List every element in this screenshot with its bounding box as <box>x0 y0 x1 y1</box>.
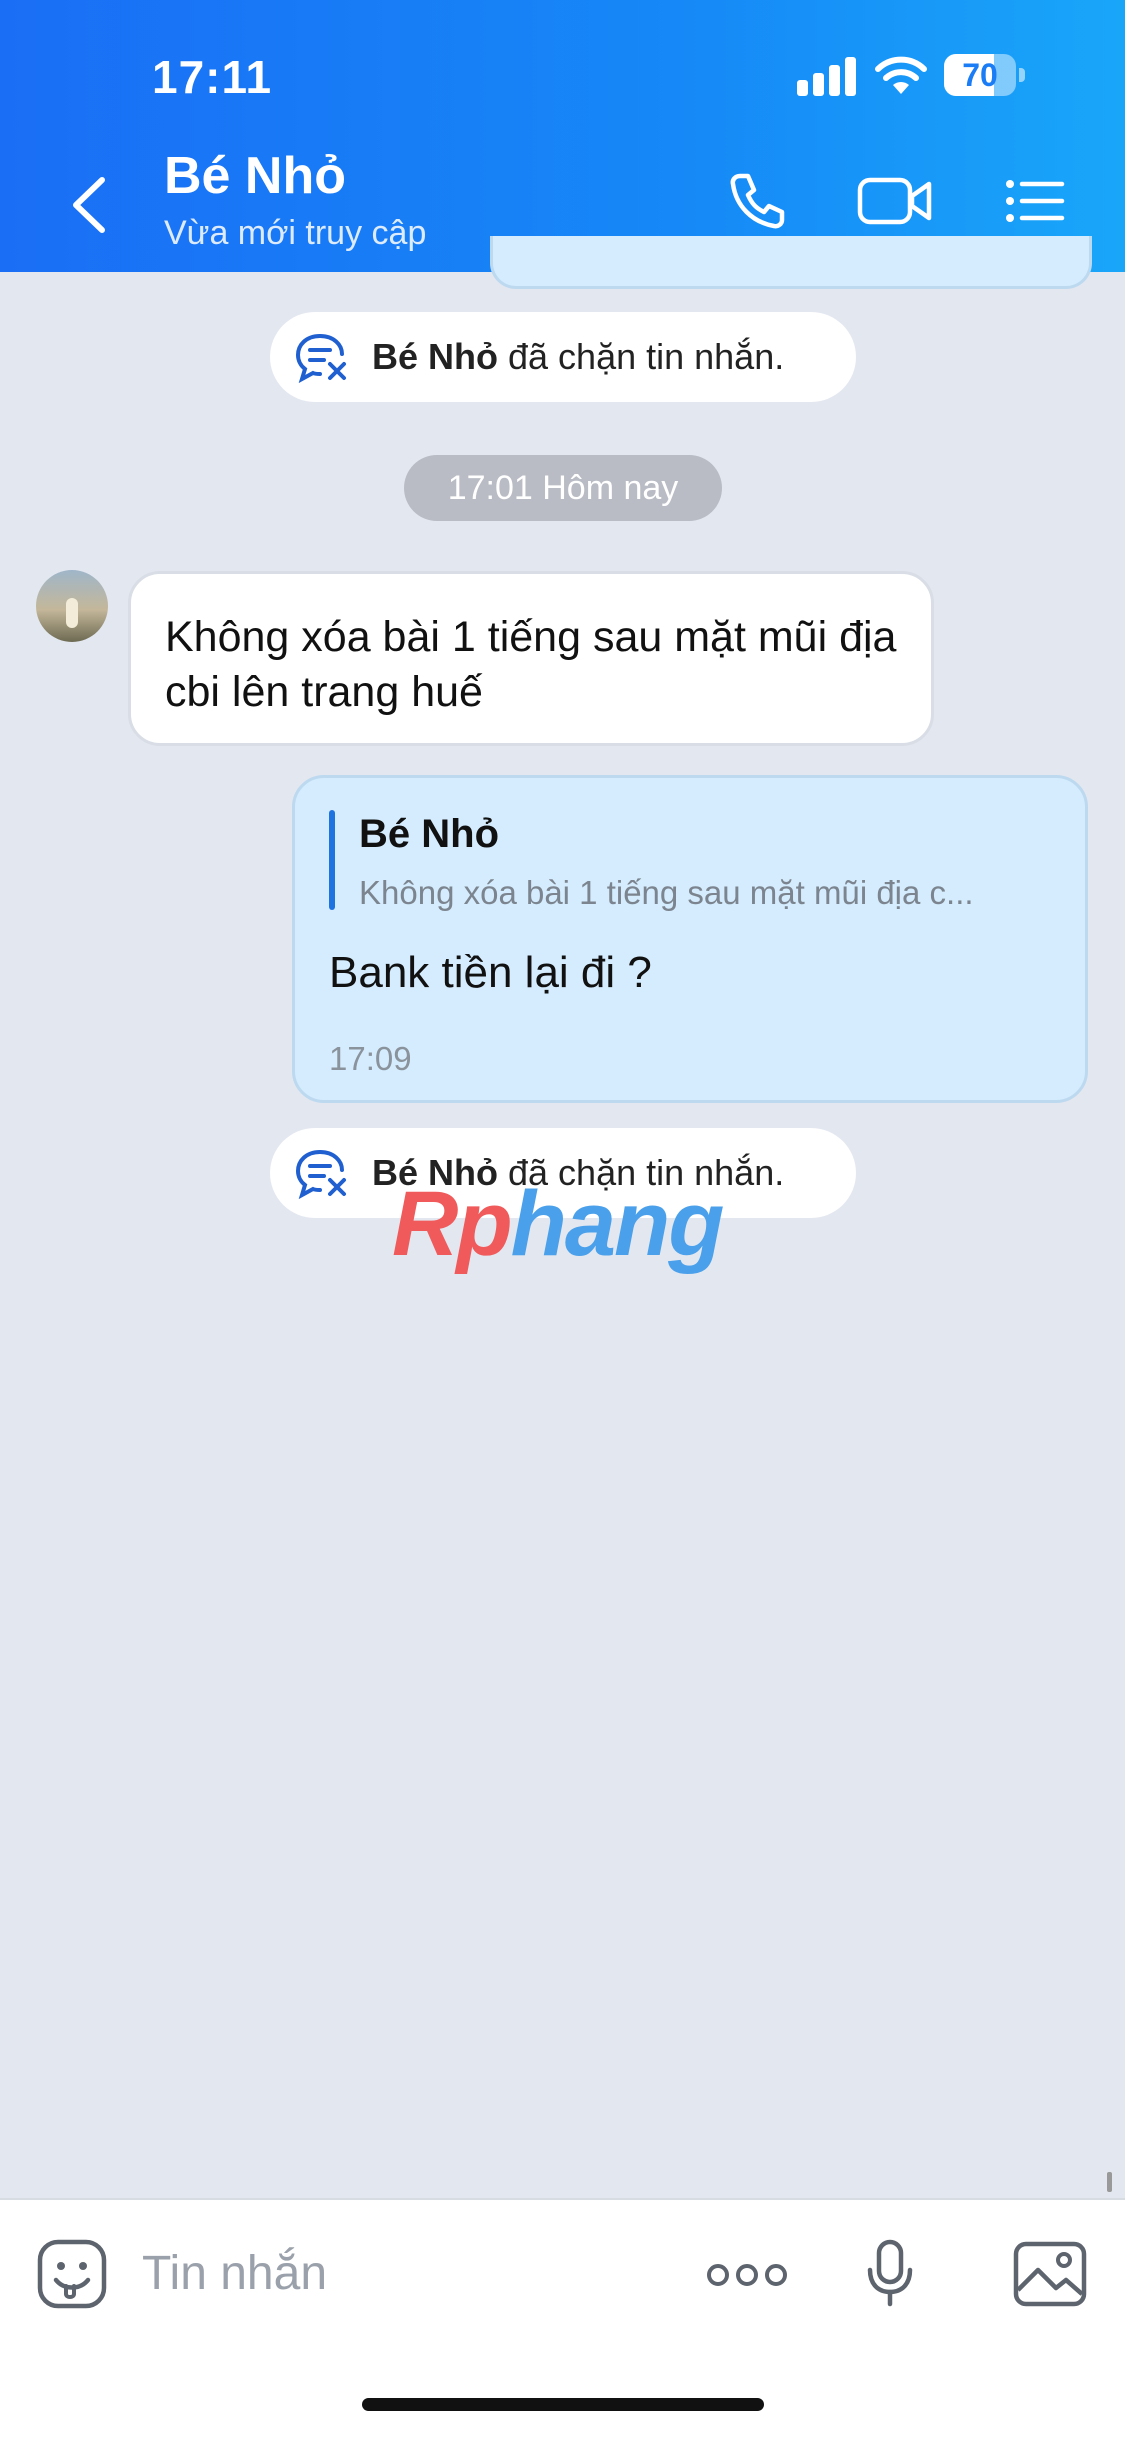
battery-level: 70 <box>962 57 998 93</box>
outgoing-message-text: Bank tiền lại đi ? <box>329 948 652 997</box>
watermark-logo: Rphang <box>392 1173 724 1275</box>
sticker-face-icon[interactable] <box>36 2238 108 2310</box>
video-camera-icon[interactable] <box>856 170 934 232</box>
image-gallery-icon[interactable] <box>1012 2238 1088 2308</box>
blocked-notice: Bé Nhỏ đã chặn tin nhắn. <box>270 312 856 402</box>
scrollbar[interactable] <box>1107 2172 1112 2192</box>
back-button[interactable] <box>60 170 120 240</box>
contact-name[interactable]: Bé Nhỏ <box>164 146 346 206</box>
phone-icon[interactable] <box>726 170 788 232</box>
microphone-icon[interactable] <box>864 2238 916 2310</box>
previous-message-bubble[interactable] <box>490 236 1092 289</box>
incoming-message-bubble[interactable]: Không xóa bài 1 tiếng sau mặt mũi địa cb… <box>128 571 934 746</box>
chat-header: 17:11 70 Bé Nhỏ Vừa mới truy cập <box>0 0 1125 272</box>
outgoing-message-bubble[interactable]: Bé Nhỏ Không xóa bài 1 tiếng sau mặt mũi… <box>292 775 1088 1103</box>
incoming-message-text: Không xóa bài 1 tiếng sau mặt mũi địa cb… <box>165 613 897 716</box>
signal-icon <box>797 56 857 96</box>
battery-indicator: 70 <box>944 54 1026 98</box>
blocked-message-icon <box>295 1150 346 1200</box>
status-time: 17:11 <box>152 51 273 103</box>
contact-avatar[interactable] <box>36 570 108 642</box>
wifi-icon <box>875 56 927 94</box>
blocked-notice-text: đã chặn tin nhắn. <box>498 336 785 377</box>
quote-bar <box>329 810 335 910</box>
blocked-notice-name: Bé Nhỏ <box>372 336 498 377</box>
list-menu-icon[interactable] <box>1004 170 1066 232</box>
more-dots-icon[interactable] <box>706 2262 788 2288</box>
message-time: 17:09 <box>329 1040 412 1077</box>
time-separator: 17:01 Hôm nay <box>404 455 722 521</box>
contact-status: Vừa mới truy cập <box>164 214 427 252</box>
quoted-sender-name: Bé Nhỏ <box>359 812 499 856</box>
quoted-message-text[interactable]: Không xóa bài 1 tiếng sau mặt mũi địa c.… <box>359 874 1059 912</box>
message-input[interactable]: Tin nhắn <box>142 2246 327 2301</box>
blocked-message-icon <box>295 334 346 384</box>
home-indicator[interactable] <box>362 2398 764 2411</box>
